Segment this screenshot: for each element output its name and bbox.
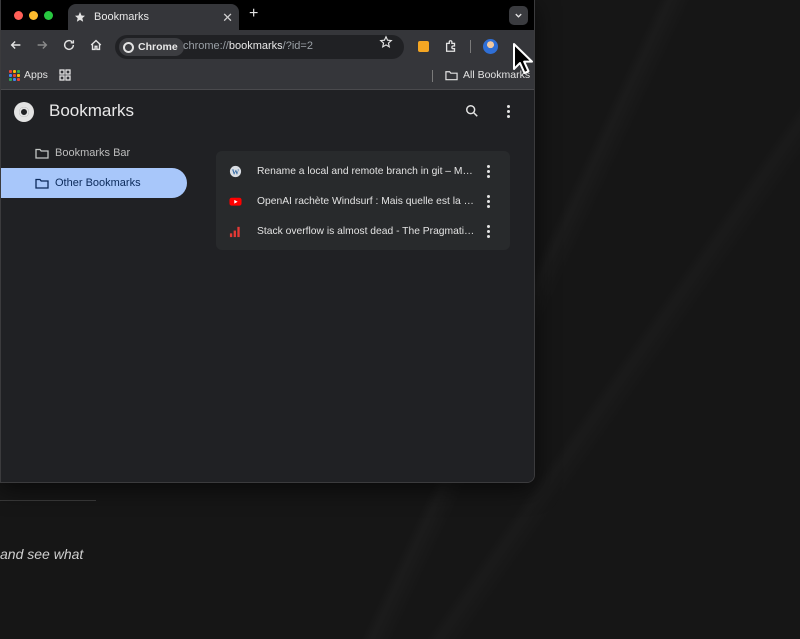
close-tab-icon[interactable]: ✕ bbox=[222, 11, 233, 24]
tab-search-button[interactable] bbox=[509, 6, 528, 25]
star-icon bbox=[75, 12, 85, 22]
url-scheme: chrome:// bbox=[183, 40, 229, 52]
more-options-icon[interactable] bbox=[507, 105, 511, 120]
chrome-logo-icon bbox=[14, 102, 34, 122]
tab-bookmarks[interactable]: Bookmarks ✕ bbox=[68, 4, 239, 30]
bookmark-more-icon[interactable] bbox=[487, 225, 490, 240]
chrome-icon bbox=[123, 41, 134, 53]
youtube-icon bbox=[229, 197, 242, 206]
background-caption: and see what bbox=[0, 546, 84, 562]
bookmark-star-icon[interactable] bbox=[379, 35, 393, 49]
close-window-button[interactable] bbox=[14, 11, 23, 20]
signal-bars-icon bbox=[229, 226, 240, 237]
bookmarks-bar-separator bbox=[432, 70, 433, 82]
bookmarks-bar: Apps All Bookmarks bbox=[1, 63, 534, 90]
profile-avatar[interactable] bbox=[483, 39, 498, 54]
tab-title: Bookmarks bbox=[94, 11, 150, 23]
bookmark-list: W Rename a local and remote branch in gi… bbox=[216, 151, 510, 250]
bookmark-title: Stack overflow is almost dead - The Prag… bbox=[257, 225, 477, 237]
bookmark-more-icon[interactable] bbox=[487, 165, 490, 180]
url-host: bookmarks bbox=[228, 40, 283, 52]
mouse-pointer-icon bbox=[513, 43, 533, 74]
chevron-down-icon bbox=[515, 13, 522, 18]
site-info-chip[interactable]: Chrome bbox=[119, 38, 184, 56]
extension-icon[interactable] bbox=[418, 41, 429, 52]
bookmark-more-icon[interactable] bbox=[487, 195, 490, 210]
sidebar-item-other-bookmarks[interactable]: Other Bookmarks bbox=[1, 168, 187, 198]
tab-groups-icon[interactable] bbox=[59, 69, 71, 81]
apps-icon[interactable] bbox=[9, 70, 20, 81]
folder-icon bbox=[35, 148, 49, 159]
minimize-window-button[interactable] bbox=[29, 11, 38, 20]
page-title: Bookmarks bbox=[49, 101, 135, 120]
url-text[interactable]: chrome://bookmarks/?id=2 bbox=[183, 40, 313, 52]
background-divider bbox=[0, 500, 96, 501]
folder-icon bbox=[35, 178, 49, 189]
chip-label: Chrome bbox=[138, 41, 178, 53]
back-arrow-icon[interactable] bbox=[9, 38, 23, 52]
maximize-window-button[interactable] bbox=[44, 11, 53, 20]
bookmark-title: Rename a local and remote branch in git … bbox=[257, 165, 477, 177]
puzzle-icon[interactable] bbox=[444, 39, 458, 53]
list-item[interactable]: W Rename a local and remote branch in gi… bbox=[216, 156, 510, 186]
tab-strip: Bookmarks ✕ + bbox=[1, 0, 534, 30]
search-icon[interactable] bbox=[465, 104, 479, 118]
folder-icon bbox=[445, 71, 458, 81]
wordpress-icon: W bbox=[229, 165, 242, 177]
bookmark-title: OpenAI rachète Windsurf : Mais quelle es… bbox=[257, 195, 477, 207]
apps-link[interactable]: Apps bbox=[24, 69, 48, 81]
svg-text:W: W bbox=[232, 167, 240, 176]
list-item[interactable]: Stack overflow is almost dead - The Prag… bbox=[216, 216, 510, 246]
toolbar-separator bbox=[470, 40, 471, 53]
new-tab-button[interactable]: + bbox=[249, 6, 258, 22]
reload-icon[interactable] bbox=[62, 38, 76, 52]
sidebar-item-bookmarks-bar[interactable]: Bookmarks Bar bbox=[1, 138, 187, 168]
sidebar-item-label: Bookmarks Bar bbox=[55, 147, 131, 159]
address-bar[interactable]: Chrome chrome://bookmarks/?id=2 bbox=[115, 35, 404, 59]
browser-window: Bookmarks ✕ + Chrome chrome://bookmarks/… bbox=[0, 0, 535, 483]
url-path: /?id=2 bbox=[282, 40, 313, 52]
sidebar-item-label: Other Bookmarks bbox=[55, 177, 141, 189]
list-item[interactable]: OpenAI rachète Windsurf : Mais quelle es… bbox=[216, 186, 510, 216]
forward-arrow-icon[interactable] bbox=[35, 38, 49, 52]
bookmarks-manager: Bookmarks Bookmarks Bar Other Bookmarks … bbox=[1, 90, 534, 482]
home-icon[interactable] bbox=[89, 38, 103, 52]
